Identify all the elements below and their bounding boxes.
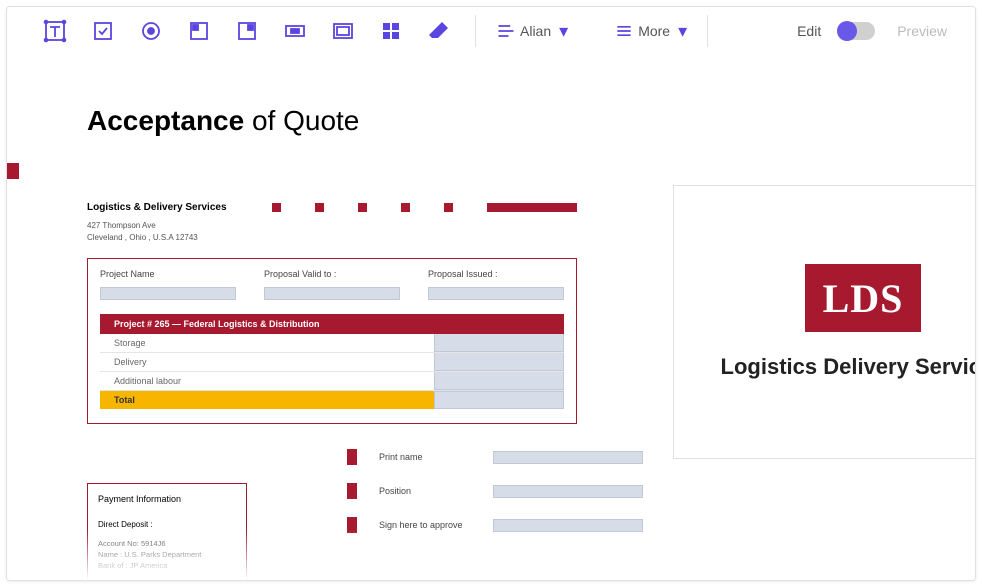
address-line-1: 427 Thompson Ave [87,221,577,231]
toolbar: Alian ▾ More ▾ Edit Preview [7,7,975,55]
print-name-input[interactable] [493,451,643,464]
chevron-down-icon: ▾ [559,21,568,42]
more-label: More [638,23,670,39]
lds-logo: LDS [805,264,921,332]
button-tool-icon[interactable] [275,11,315,51]
lds-caption: Logistics Delivery Services [721,354,975,380]
grid-tool-icon[interactable] [371,11,411,51]
position-label: Position [379,486,471,496]
brand-card: LDS Logistics Delivery Services [673,185,975,459]
align-label: Alian [520,23,551,39]
align-dropdown[interactable]: Alian ▾ [492,15,572,48]
canvas: Acceptance of Quote Logistics & Delivery… [7,55,975,580]
table-total-row: Total [100,391,564,409]
edit-mode-label: Edit [797,23,821,39]
print-name-label: Print name [379,452,471,462]
amount-input[interactable] [434,353,564,371]
table-row: Delivery [100,353,564,372]
edit-preview-toggle[interactable] [839,22,875,40]
valid-to-input[interactable] [264,287,400,300]
tab-marker [7,163,19,179]
text-tool-icon[interactable] [35,11,75,51]
fade-overlay [7,530,975,580]
toolbar-divider [707,15,708,47]
amount-input[interactable] [434,372,564,390]
app-frame: Alian ▾ More ▾ Edit Preview Acceptance o… [6,6,976,581]
payment-subtitle: Direct Deposit : [98,520,236,529]
form-right-tool-icon[interactable] [227,11,267,51]
more-dropdown[interactable]: More ▾ [610,15,691,48]
preview-mode-label: Preview [897,23,947,39]
issued-input[interactable] [428,287,564,300]
amount-input[interactable] [434,334,564,352]
document-sheet: Logistics & Delivery Services 427 Thomps… [87,202,577,424]
image-tool-icon[interactable] [323,11,363,51]
project-name-label: Project Name [100,269,236,279]
project-name-input[interactable] [100,287,236,300]
toolbar-divider [475,15,476,47]
address-line-2: Cleveland , Ohio , U.S.A 12743 [87,233,577,243]
issued-label: Proposal Issued : [428,269,564,279]
position-input[interactable] [493,485,643,498]
chevron-down-icon: ▾ [678,21,687,42]
total-input[interactable] [434,391,564,409]
decorative-dashes [272,203,577,212]
form-left-tool-icon[interactable] [179,11,219,51]
grid-header: Project # 265 — Federal Logistics & Dist… [100,314,564,334]
company-name: Logistics & Delivery Services [87,202,227,213]
payment-title: Payment Information [98,494,236,504]
sign-approve-label: Sign here to approve [379,520,471,530]
bullet-icon [347,483,357,499]
page-title: Acceptance of Quote [87,105,359,137]
quote-panel: Project Name Proposal Valid to : Proposa… [87,258,577,424]
table-row: Storage [100,334,564,353]
table-row: Additional labour [100,372,564,391]
checkbox-tool-icon[interactable] [83,11,123,51]
eraser-tool-icon[interactable] [419,11,459,51]
valid-to-label: Proposal Valid to : [264,269,400,279]
bullet-icon [347,449,357,465]
radio-tool-icon[interactable] [131,11,171,51]
